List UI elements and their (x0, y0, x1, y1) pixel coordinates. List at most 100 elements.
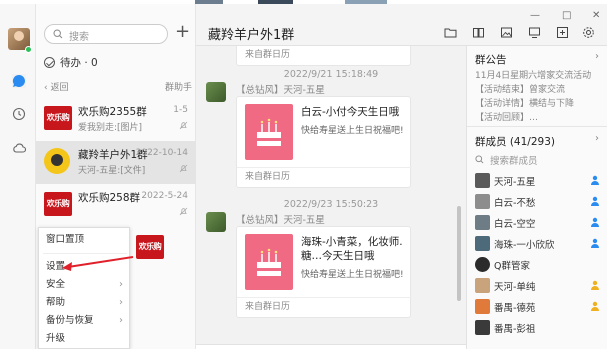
card-footer: 来自群日历 (237, 46, 412, 65)
member-name: 海珠-一小欣欣 (494, 240, 555, 251)
admin-badge-icon (591, 175, 599, 185)
book-icon[interactable] (472, 26, 485, 39)
member-name: 天河-五星 (494, 177, 536, 188)
online-status-dot (25, 46, 32, 53)
menu-divider (43, 253, 127, 254)
chat-title: 藏羚羊户外1群 (208, 28, 295, 43)
admin-badge-icon (591, 196, 599, 206)
group-avatar (44, 148, 70, 174)
group-avatar: 欢乐购 (44, 106, 72, 130)
member-row[interactable]: 白云-空空 (467, 212, 607, 233)
todo-entry[interactable]: 待办 · 0 (44, 54, 98, 70)
add-member-icon[interactable] (556, 26, 569, 39)
screen-share-icon[interactable] (528, 26, 541, 39)
mute-bell-icon (179, 207, 188, 216)
close-button[interactable]: ✕ (592, 10, 600, 21)
member-row[interactable]: 白云-不愁 (467, 191, 607, 212)
minimize-button[interactable]: — (530, 10, 540, 21)
group-avatar: 欢乐购 (136, 235, 164, 259)
search-icon (475, 155, 484, 164)
main-menu: 窗口置顶 设置 安全 › 帮助 › 备份与恢复 › 升级 (38, 227, 130, 349)
search-placeholder: 搜索 (69, 32, 89, 43)
chevron-right-icon: › (119, 297, 123, 308)
maximize-button[interactable]: □ (562, 10, 571, 21)
admin-badge-icon (591, 280, 599, 290)
timestamp: 1-5 (173, 105, 188, 115)
chevron-right-icon[interactable]: › (595, 51, 599, 62)
member-name: Q群管家 (494, 261, 530, 272)
list-item[interactable]: 欢乐购 欢乐购258群 2022-5-24 (36, 184, 196, 227)
mute-bell-icon (179, 121, 188, 130)
member-name: 天河-单纯 (494, 282, 536, 293)
sender-name: 【总钻风】天河-五星 (236, 215, 325, 226)
last-message: 天河-五星:[文件] (78, 166, 146, 176)
group-helper-link[interactable]: 群助手 (165, 80, 192, 93)
gear-icon[interactable] (582, 26, 595, 39)
image-icon[interactable] (500, 26, 513, 39)
member-row[interactable]: 天河-单纯 (467, 275, 607, 296)
contacts-icon[interactable] (12, 107, 26, 121)
member-row[interactable]: 番禺-彭祖 (467, 317, 607, 338)
birthday-card[interactable]: 白云-小付今天生日哦 快给寿星送上生日祝福吧! 来自群日历 (236, 96, 412, 188)
group-name: 欢乐购2355群 (78, 106, 147, 118)
birthday-cake-image (245, 104, 293, 160)
timestamp: 2022-5-24 (141, 191, 188, 201)
member-row[interactable]: 天河-五星 (467, 170, 607, 191)
member-name: 白云-空空 (494, 219, 536, 230)
card-description: 快给寿星送上生日祝福吧! (301, 126, 404, 136)
menu-item-pin-window[interactable]: 窗口置顶 (39, 231, 131, 249)
member-row[interactable]: 番禺-德苑 (467, 296, 607, 317)
member-avatar (475, 257, 490, 272)
cake-icon (257, 118, 281, 146)
card-title: 海珠-小青菜，化妆师.糖…今天生日哦 (301, 236, 403, 262)
member-row[interactable]: Q群管家 (467, 254, 607, 275)
announcement-line[interactable]: 11月4日星期六增家交流活动 (475, 68, 591, 81)
menu-item-backup-restore[interactable]: 备份与恢复 › (39, 312, 131, 330)
list-item-selected[interactable]: 藏羚羊户外1群 天河-五星:[文件] 2022-10-14 (36, 141, 196, 184)
sender-avatar[interactable] (206, 212, 226, 232)
chat-icon[interactable] (12, 74, 26, 88)
menu-item-security[interactable]: 安全 › (39, 276, 131, 294)
divider (467, 126, 607, 127)
birthday-card-partial[interactable]: 来自群日历 (236, 46, 411, 66)
sender-name: 【总钻风】天河-五星 (236, 85, 325, 96)
message-timestamp: 2022/9/23 15:50:23 (283, 199, 379, 210)
folder-icon[interactable] (444, 26, 457, 39)
birthday-card[interactable]: 海珠-小青菜，化妆师.糖…今天生日哦 快给寿星送上生日祝福吧! 来自群日历 (236, 226, 412, 318)
last-message: 爱我别走:[图片] (78, 123, 143, 133)
group-name: 欢乐购258群 (78, 192, 141, 204)
menu-item-help[interactable]: 帮助 › (39, 294, 131, 312)
announcement-line[interactable]: 【活动详情】横结与下降 (475, 96, 574, 109)
message-input-bar[interactable] (196, 344, 466, 349)
admin-badge-icon (591, 217, 599, 227)
announcement-line[interactable]: 【活动回顾】… (475, 110, 538, 123)
member-avatar (475, 194, 490, 209)
todo-label: 待办 · 0 (60, 56, 98, 69)
menu-item-upgrade[interactable]: 升级 (39, 330, 131, 348)
cloud-icon[interactable] (12, 141, 26, 155)
admin-badge-icon (591, 301, 599, 311)
message-timestamp: 2022/9/21 15:18:49 (283, 69, 379, 80)
member-row[interactable]: 海珠-一小欣欣 (467, 233, 607, 254)
search-input[interactable]: 搜索 (44, 24, 168, 44)
nav-rail (0, 4, 36, 349)
list-item[interactable]: 欢乐购 欢乐购2355群 爱我别走:[图片] 1-5 (36, 98, 196, 141)
member-avatar (475, 215, 490, 230)
add-button[interactable]: + (175, 23, 190, 42)
chevron-right-icon[interactable]: › (595, 133, 599, 144)
group-avatar: 欢乐购 (44, 192, 72, 216)
card-footer: 来自群日历 (237, 297, 412, 317)
cake-icon (257, 248, 281, 276)
message-scrollbar[interactable] (457, 206, 461, 301)
member-avatar (475, 320, 490, 335)
member-search-input[interactable]: 搜索群成员 (475, 152, 600, 168)
menu-item-settings[interactable]: 设置 (39, 258, 131, 276)
member-name: 番禺-德苑 (494, 303, 536, 314)
announcement-line[interactable]: 【活动结束】曾家交流 (475, 82, 565, 95)
group-info-panel: 群公告 › 11月4日星期六增家交流活动 【活动结束】曾家交流 【活动详情】横结… (466, 46, 607, 349)
card-footer: 来自群日历 (237, 167, 412, 187)
back-link[interactable]: ‹ 返回 (44, 80, 68, 93)
member-name: 番禺-彭祖 (494, 324, 536, 335)
member-search-placeholder: 搜索群成员 (490, 156, 538, 167)
sender-avatar[interactable] (206, 82, 226, 102)
